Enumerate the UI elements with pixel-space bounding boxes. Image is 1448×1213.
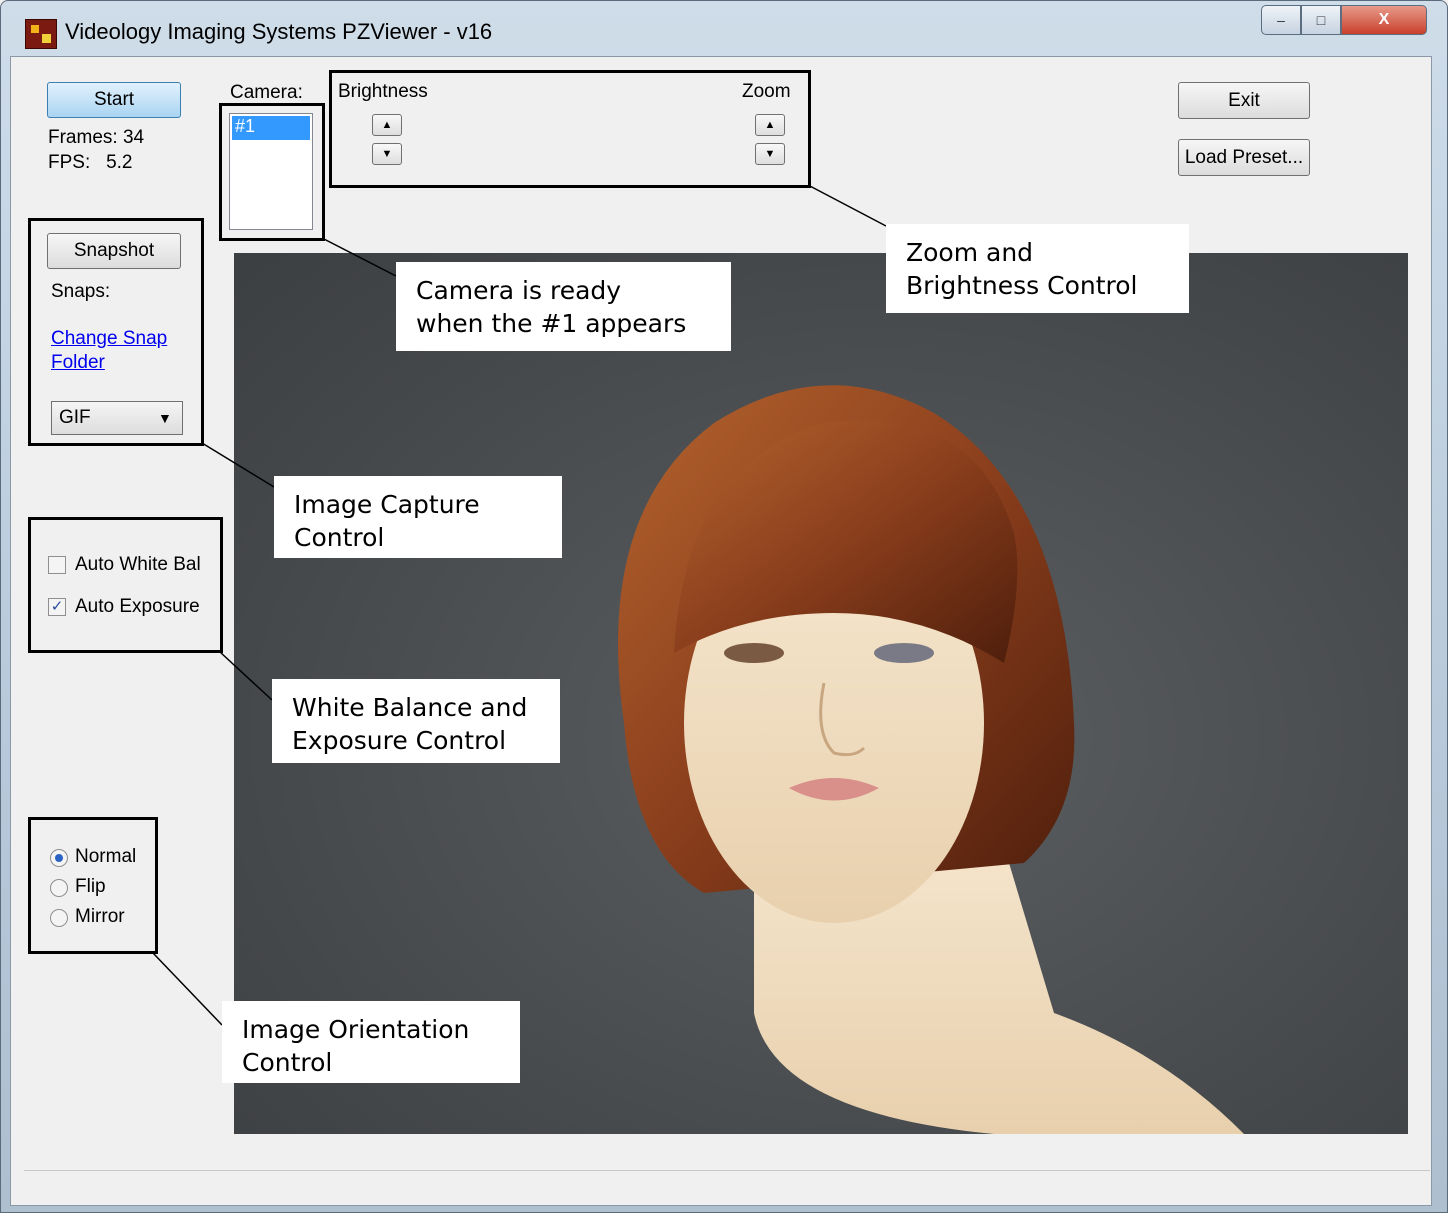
callout-white-balance: White Balance and Exposure Control <box>272 679 560 763</box>
callout-orientation: Image Orientation Control <box>222 1001 520 1083</box>
callout-zoom-brightness: Zoom and Brightness Control <box>886 224 1189 313</box>
callout-image-capture: Image Capture Control <box>274 476 562 558</box>
callout-camera-ready: Camera is ready when the #1 appears <box>396 262 731 351</box>
status-bar <box>24 1170 1430 1205</box>
callout-leader-lines <box>152 184 887 1026</box>
